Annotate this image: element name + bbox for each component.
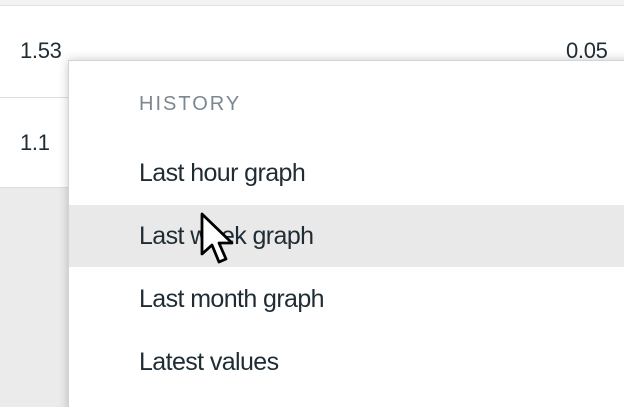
menu-item-last-week-graph[interactable]: Last week graph xyxy=(69,205,624,267)
menu-item-last-hour-graph[interactable]: Last hour graph xyxy=(69,142,624,204)
menu-item-last-month-graph[interactable]: Last month graph xyxy=(69,268,624,330)
history-context-menu: HISTORY Last hour graph Last week graph … xyxy=(68,60,624,407)
page: 1.53 0.05 1.1 HISTORY Last hour graph La… xyxy=(0,0,624,407)
menu-section-header: HISTORY xyxy=(139,93,242,115)
table-cell-value: 1.1 xyxy=(20,130,50,155)
menu-item-latest-values[interactable]: Latest values xyxy=(69,331,624,393)
table-cell-value: 1.53 xyxy=(20,38,62,63)
arrow-pointer-icon xyxy=(200,212,234,264)
table-top-strip xyxy=(0,0,624,6)
